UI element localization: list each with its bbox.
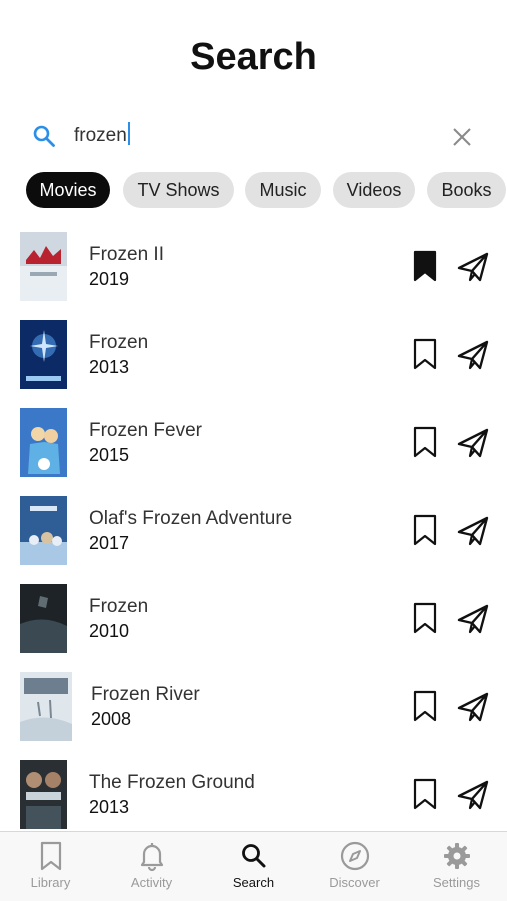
tab-label: Settings (433, 875, 480, 890)
movie-year: 2015 (89, 445, 130, 465)
close-icon[interactable] (451, 126, 473, 148)
poster-image (20, 672, 72, 741)
page-title: Search (190, 36, 317, 78)
tab-label: Discover (329, 875, 380, 890)
movie-year: 2013 (89, 797, 130, 817)
result-info: Frozen II 2019 (89, 243, 164, 292)
movie-title: Frozen (89, 596, 149, 617)
result-info: Olaf's Frozen Adventure 2017 (89, 507, 292, 556)
movie-title: Frozen (89, 332, 149, 353)
poster-image (20, 496, 67, 565)
bookmark-icon[interactable] (412, 426, 438, 458)
movie-title: The Frozen Ground (89, 772, 255, 793)
send-icon[interactable] (456, 779, 490, 811)
filter-chips: Movies TV Shows Music Videos Books (0, 172, 507, 210)
result-info: Frozen Fever 2015 (89, 419, 202, 468)
bookmark-icon[interactable] (412, 778, 438, 810)
poster-thumbnail[interactable] (20, 408, 67, 477)
send-icon[interactable] (456, 603, 490, 635)
tab-label: Activity (130, 875, 173, 890)
result-info: Frozen 2013 (89, 331, 148, 380)
send-icon[interactable] (456, 339, 490, 371)
chip-tv-shows[interactable]: TV Shows (123, 172, 234, 208)
chip-videos[interactable]: Videos (333, 172, 415, 208)
result-info: Frozen River 2008 (91, 683, 200, 732)
poster-image (20, 584, 67, 653)
tab-search[interactable]: Search (203, 832, 304, 901)
result-row[interactable]: Frozen 2013 (0, 312, 507, 400)
result-info: The Frozen Ground 2013 (89, 771, 255, 820)
tab-activity[interactable]: Activity (101, 832, 202, 901)
bookmark-icon[interactable] (412, 338, 438, 370)
movie-title: Frozen Fever (89, 420, 202, 441)
poster-image (20, 760, 67, 829)
search-icon (241, 844, 265, 868)
tab-label: Search (232, 875, 275, 890)
movie-year: 2013 (89, 357, 130, 377)
poster-image (20, 320, 67, 389)
chip-books[interactable]: Books (427, 172, 506, 208)
movie-year: 2019 (89, 269, 130, 289)
gear-icon (443, 843, 470, 869)
bell-icon (140, 843, 163, 872)
chip-music[interactable]: Music (245, 172, 321, 208)
send-icon[interactable] (456, 251, 490, 283)
movie-title: Frozen River (91, 684, 200, 705)
send-icon[interactable] (456, 515, 490, 547)
tab-discover[interactable]: Discover (304, 832, 405, 901)
bookmark-icon[interactable] (412, 514, 438, 546)
tab-library[interactable]: Library (0, 832, 101, 901)
tab-label: Library (30, 875, 71, 890)
poster-thumbnail[interactable] (20, 320, 67, 389)
result-row[interactable]: The Frozen Ground 2013 (0, 752, 507, 840)
result-row[interactable]: Frozen II 2019 (0, 224, 507, 312)
poster-thumbnail[interactable] (20, 760, 67, 829)
tab-bar: Library Activity Search Discover Setting… (0, 831, 507, 901)
poster-thumbnail[interactable] (20, 584, 67, 653)
poster-image (20, 232, 67, 301)
send-icon[interactable] (456, 691, 490, 723)
bookmark-icon[interactable] (412, 690, 438, 722)
search-query: frozen (74, 125, 127, 146)
poster-image (20, 408, 67, 477)
search-icon[interactable] (32, 124, 56, 148)
result-row[interactable]: Frozen Fever 2015 (0, 400, 507, 488)
poster-thumbnail[interactable] (20, 232, 67, 301)
bookmark-icon[interactable] (412, 250, 438, 282)
tab-settings[interactable]: Settings (406, 832, 507, 901)
movie-year: 2010 (89, 621, 130, 641)
search-bar[interactable]: frozen (0, 112, 507, 158)
compass-icon (340, 841, 369, 871)
result-row[interactable]: Frozen 2010 (0, 576, 507, 664)
search-input[interactable]: frozen (74, 122, 130, 147)
result-row[interactable]: Olaf's Frozen Adventure 2017 (0, 488, 507, 576)
bookmark-icon[interactable] (412, 602, 438, 634)
send-icon[interactable] (456, 427, 490, 459)
result-row[interactable]: Frozen River 2008 (0, 664, 507, 752)
chip-movies[interactable]: Movies (26, 172, 110, 208)
movie-year: 2008 (91, 709, 132, 729)
bookmark-icon (40, 841, 61, 871)
result-info: Frozen 2010 (89, 595, 148, 644)
movie-title: Olaf's Frozen Adventure (89, 508, 293, 529)
movie-title: Frozen II (89, 244, 164, 265)
movie-year: 2017 (89, 533, 130, 553)
poster-thumbnail[interactable] (20, 496, 67, 565)
poster-thumbnail[interactable] (20, 672, 72, 741)
text-caret (127, 122, 130, 145)
